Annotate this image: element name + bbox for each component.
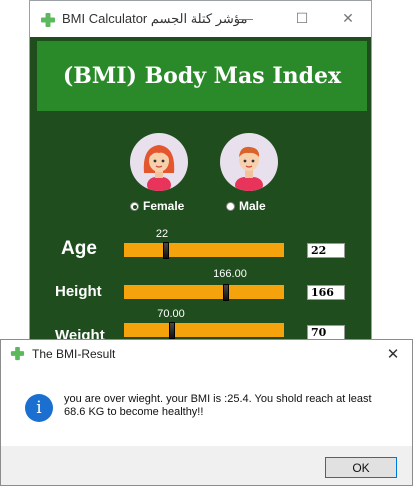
minimize-button[interactable]: — (232, 7, 260, 29)
close-button[interactable]: ✕ (334, 7, 362, 29)
female-radio-dot-icon (130, 201, 139, 211)
age-slider-thumb[interactable] (162, 242, 169, 259)
dialog-message: you are over wieght. your BMI is :25.4. … (64, 393, 372, 418)
female-radio[interactable]: Female (130, 199, 184, 213)
window-titlebar[interactable]: BMI Calculator مؤشر كتلة الجسم — ☐ ✕ (30, 1, 371, 37)
minimize-icon: — (239, 10, 253, 26)
male-avatar-icon[interactable] (220, 133, 278, 191)
dialog-close-button[interactable]: ✕ (380, 342, 406, 366)
male-radio-dot-icon (226, 201, 235, 211)
age-slider-track[interactable] (124, 243, 284, 257)
bmi-result-dialog: The BMI-Result ✕ i you are over wieght. … (0, 339, 413, 486)
app-plus-icon (10, 346, 25, 361)
female-radio-label: Female (143, 199, 185, 213)
height-label: Height (55, 283, 102, 300)
male-radio-label: Male (239, 199, 266, 213)
dialog-title: The BMI-Result (32, 347, 116, 361)
age-value-box[interactable]: 22 (307, 243, 345, 258)
window-client-area: (BMI) Body Mas Index Female Male Age 22 … (30, 37, 371, 344)
close-icon: ✕ (342, 9, 354, 26)
app-header: (BMI) Body Mas Index (37, 41, 367, 111)
app-plus-icon (41, 13, 55, 27)
dialog-titlebar[interactable]: The BMI-Result ✕ (1, 340, 412, 368)
weight-value-box[interactable]: 70 (307, 325, 345, 340)
height-slider-value: 166.00 (213, 268, 247, 280)
bmi-window: BMI Calculator مؤشر كتلة الجسم — ☐ ✕ (BM… (29, 0, 372, 345)
maximize-icon: ☐ (295, 9, 309, 26)
age-slider-value: 22 (155, 228, 169, 240)
height-slider-track[interactable] (124, 285, 284, 299)
male-radio[interactable]: Male (226, 199, 266, 213)
dialog-body: i you are over wieght. your BMI is :25.4… (1, 368, 412, 446)
weight-slider-thumb[interactable] (169, 322, 175, 339)
height-value-box[interactable]: 166 (307, 285, 345, 300)
height-slider-thumb[interactable] (223, 284, 230, 301)
close-icon: ✕ (386, 346, 400, 363)
age-label: Age (61, 238, 97, 259)
info-icon: i (25, 394, 53, 422)
maximize-button[interactable]: ☐ (288, 7, 316, 29)
window-title: BMI Calculator مؤشر كتلة الجسم (62, 11, 248, 26)
female-avatar-icon[interactable] (130, 133, 188, 191)
ok-button[interactable]: OK (325, 457, 397, 478)
weight-slider-value: 70.00 (157, 308, 185, 320)
weight-slider-track[interactable] (124, 323, 284, 337)
